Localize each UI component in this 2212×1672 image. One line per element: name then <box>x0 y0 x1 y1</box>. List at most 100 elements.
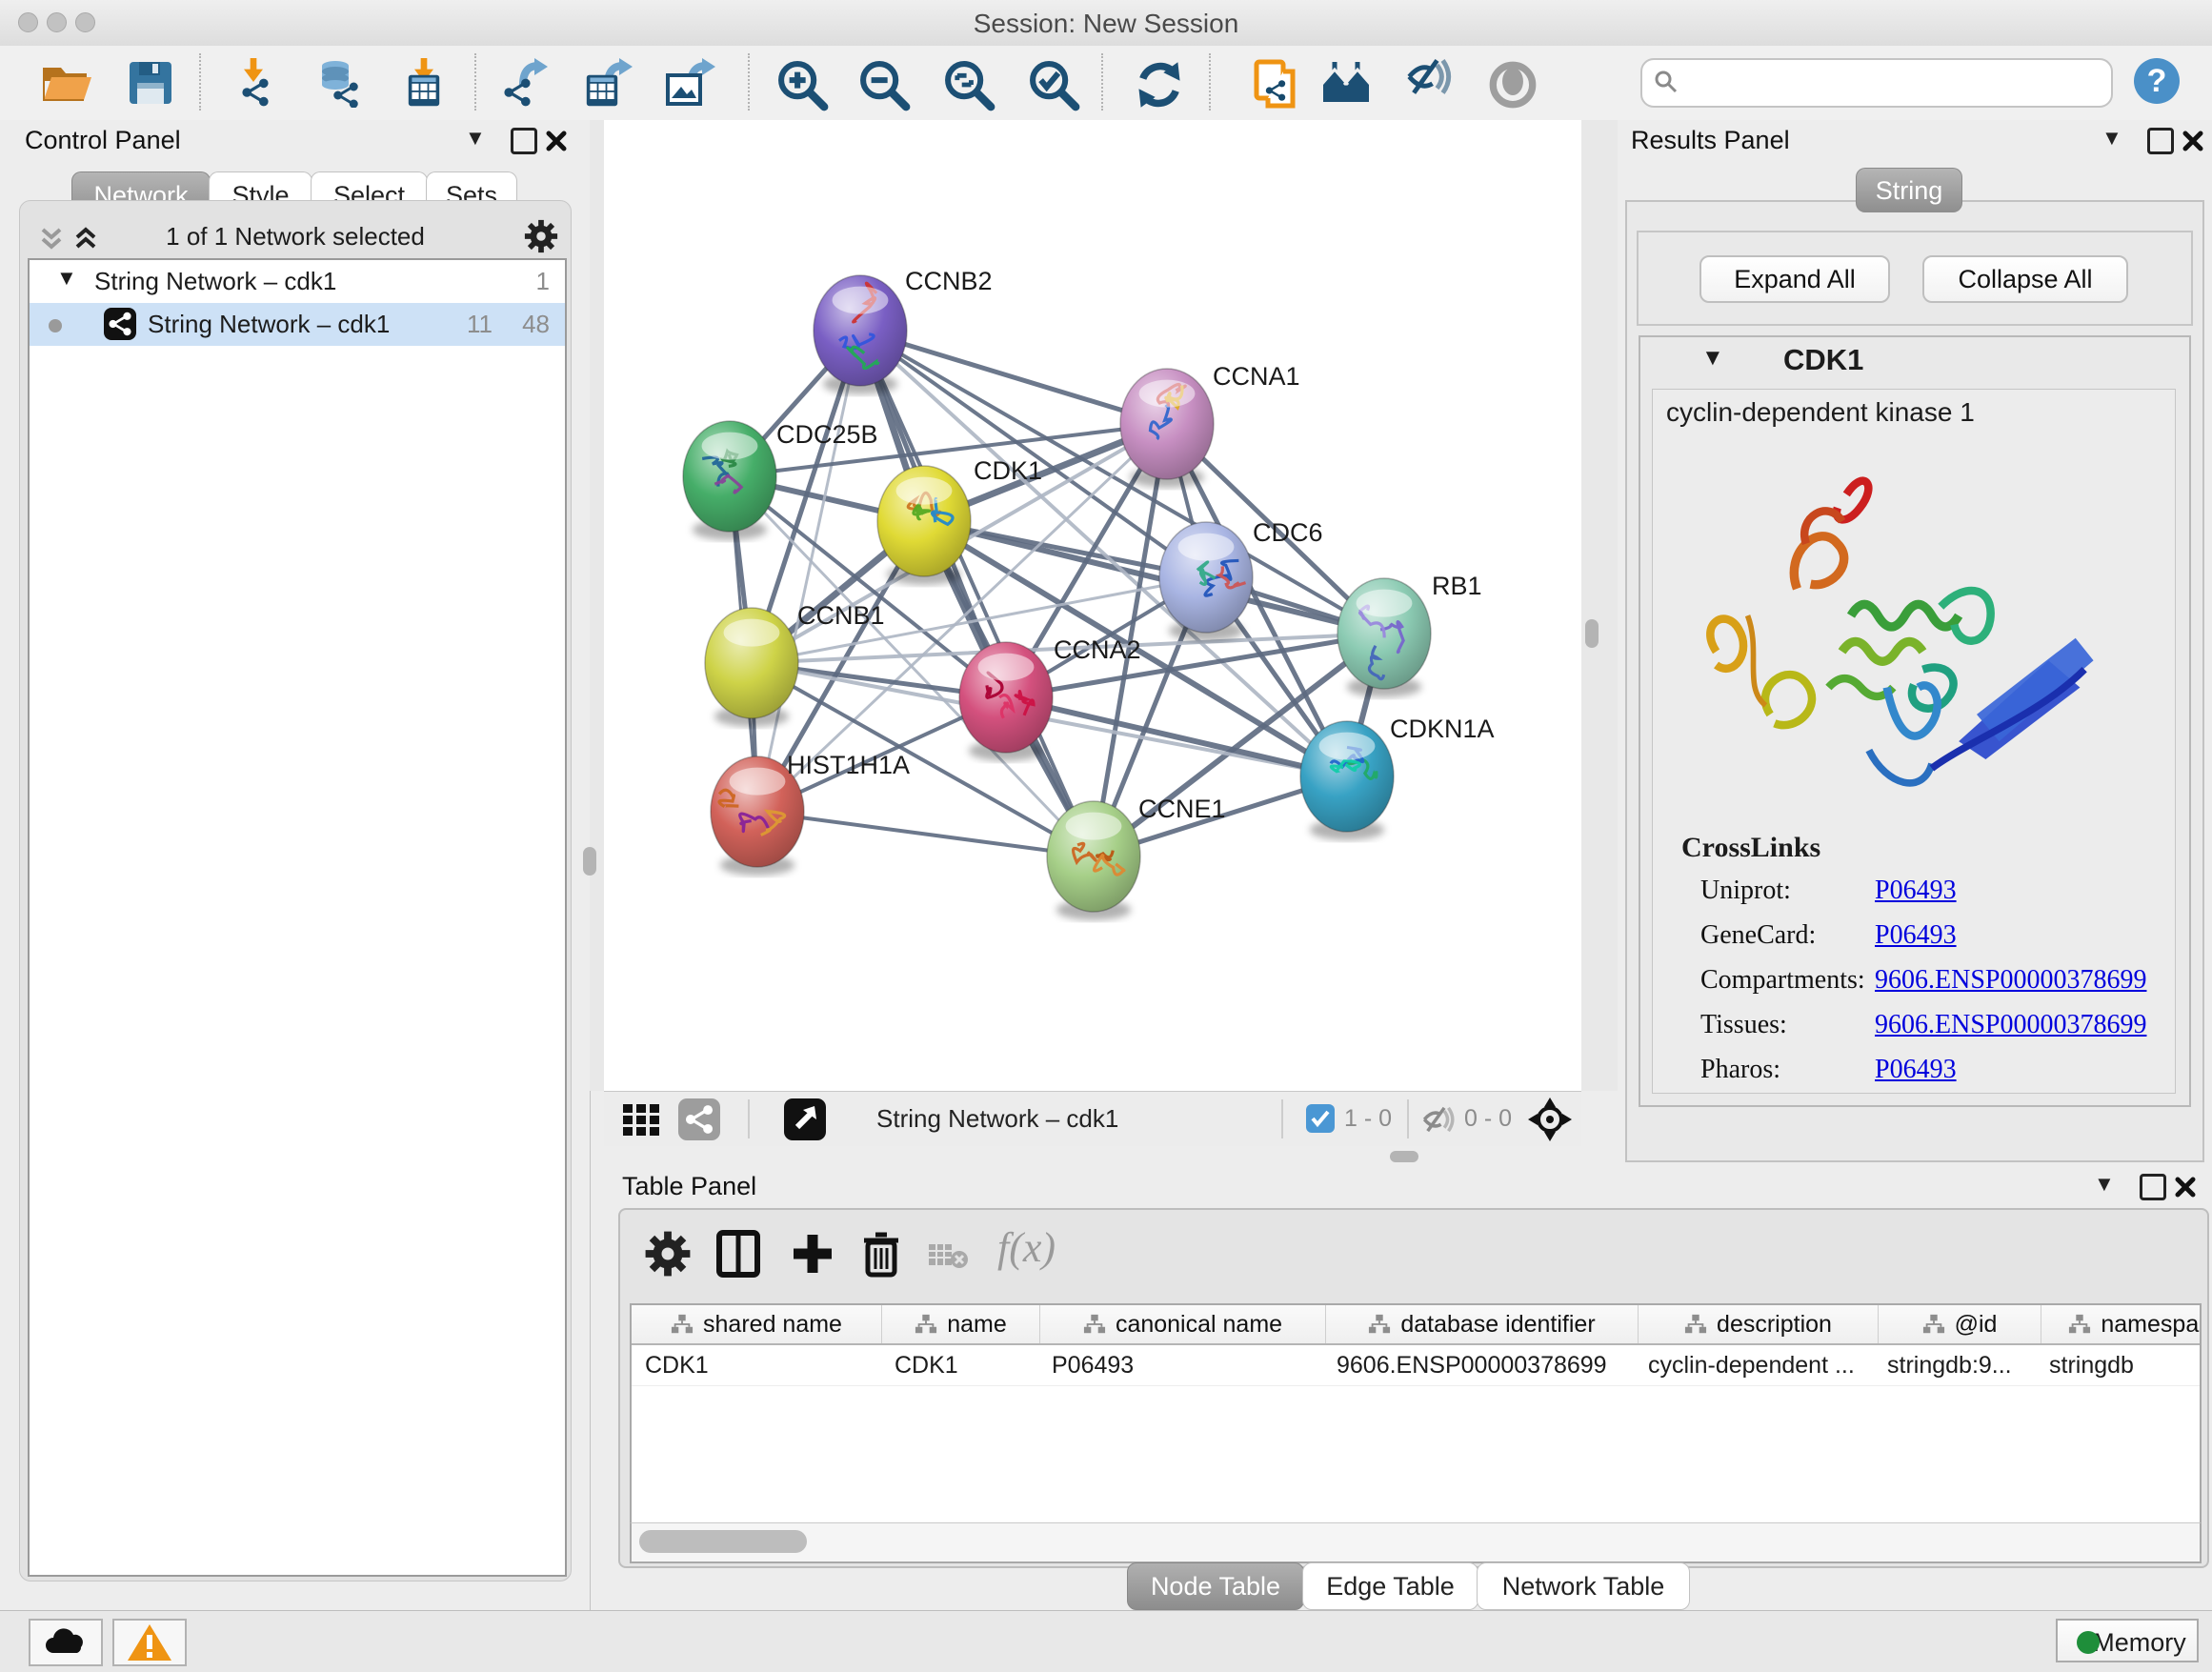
network-collection-row[interactable]: ▼ String Network – cdk1 1 <box>30 260 565 303</box>
column-flow-icon <box>1922 1313 1945 1336</box>
show-all-button[interactable] <box>1486 58 1539 108</box>
crosslink-link[interactable]: 9606.ENSP00000378699 <box>1875 1010 2146 1040</box>
column-header-description[interactable]: description <box>1639 1305 1879 1343</box>
column-header-canonical-name[interactable]: canonical name <box>1040 1305 1326 1343</box>
help-button[interactable]: ? <box>2132 56 2182 106</box>
cloud-status-button[interactable] <box>29 1619 103 1666</box>
crosslink-link[interactable]: P06493 <box>1875 876 1957 906</box>
table-options-gear-icon[interactable] <box>643 1229 693 1279</box>
fit-selected-crosshair-icon[interactable] <box>1528 1098 1572 1141</box>
node-table: shared namenamecanonical namedatabase id… <box>630 1303 2202 1524</box>
network-options-gear-icon[interactable] <box>523 218 559 254</box>
export-network-button[interactable] <box>498 58 552 108</box>
table-scrollbar-thumb[interactable] <box>639 1530 807 1553</box>
network-node-CCNB1[interactable]: CCNB1 <box>705 601 885 727</box>
open-session-button[interactable] <box>40 58 93 108</box>
node-label-CCNA1: CCNA1 <box>1213 362 1300 391</box>
column-header-namespace[interactable]: namespace <box>2041 1305 2202 1343</box>
table-panel-menu-icon[interactable]: ▼ <box>2094 1172 2115 1197</box>
gene-symbol: CDK1 <box>1783 343 1863 377</box>
network-node-CCNE1[interactable]: CCNE1 <box>1047 795 1226 920</box>
table-panel-float-icon[interactable] <box>2140 1174 2166 1200</box>
node-label-CCNB1: CCNB1 <box>797 601 885 630</box>
network-node-CDKN1A[interactable]: CDKN1A <box>1300 715 1495 840</box>
gene-section: ▼ CDK1 cyclin-dependent kinase 1 <box>1639 335 2191 1107</box>
zoom-fit-button[interactable] <box>942 58 995 108</box>
network-node-RB1[interactable]: RB1 <box>1337 572 1482 697</box>
gene-collapse-icon[interactable]: ▼ <box>1701 345 1724 372</box>
column-header-name[interactable]: name <box>882 1305 1040 1343</box>
table-cell[interactable]: stringdb <box>2036 1345 2202 1385</box>
table-cell[interactable]: 9606.ENSP00000378699 <box>1323 1345 1635 1385</box>
crosslink-link[interactable]: P06493 <box>1875 920 1957 951</box>
refresh-button[interactable] <box>1133 58 1186 108</box>
node-label-RB1: RB1 <box>1432 572 1482 600</box>
table-cell[interactable]: P06493 <box>1038 1345 1323 1385</box>
expand-all-button[interactable]: Expand All <box>1699 255 1890 303</box>
delete-table-icon[interactable] <box>927 1240 969 1271</box>
control-panel-close-icon[interactable] <box>545 130 568 152</box>
network-edge-HIST1H1A-CCNE1[interactable] <box>757 812 1094 856</box>
column-header--id[interactable]: @id <box>1879 1305 2041 1343</box>
warnings-button[interactable] <box>112 1619 187 1666</box>
tab-node-table[interactable]: Node Table <box>1127 1562 1304 1610</box>
tab-string[interactable]: String <box>1856 168 1962 212</box>
bottom-splitter-handle[interactable] <box>1390 1151 1418 1162</box>
network-node-HIST1H1A[interactable]: HIST1H1A <box>711 751 910 876</box>
table-panel-close-icon[interactable] <box>2174 1176 2197 1199</box>
table-cell[interactable]: cyclin-dependent ... <box>1635 1345 1874 1385</box>
network-view[interactable]: CCNB2CCNA1CDC25BCDK1CDC6RB1CCNB1CCNA2CDK… <box>604 120 1581 1091</box>
network-node-CCNB2[interactable]: CCNB2 <box>814 267 993 394</box>
zoom-selected-button[interactable] <box>1027 58 1080 108</box>
export-table-button[interactable] <box>581 58 634 108</box>
crosslink-link[interactable]: 9606.ENSP00000378699 <box>1875 965 2146 996</box>
column-header-shared-name[interactable]: shared name <box>632 1305 882 1343</box>
import-network-button[interactable] <box>232 58 286 108</box>
show-columns-icon[interactable] <box>714 1229 763 1279</box>
table-row[interactable]: CDK1CDK1P064939606.ENSP00000378699cyclin… <box>632 1345 2200 1386</box>
function-builder-icon[interactable]: f(x) <box>997 1223 1056 1272</box>
right-splitter-handle[interactable] <box>1585 619 1599 648</box>
export-image-button[interactable] <box>664 58 717 108</box>
selected-checkbox-icon[interactable] <box>1306 1104 1335 1133</box>
results-panel-menu-icon[interactable]: ▼ <box>2101 126 2122 151</box>
collapse-all-button[interactable]: Collapse All <box>1922 255 2128 303</box>
memory-button[interactable]: Memory <box>2056 1619 2199 1662</box>
results-panel-float-icon[interactable] <box>2147 128 2174 154</box>
network-row[interactable]: String Network – cdk1 11 48 <box>30 303 565 346</box>
first-neighbors-button[interactable] <box>1319 58 1373 108</box>
hide-selected-button[interactable] <box>1402 58 1456 108</box>
tab-network-table[interactable]: Network Table <box>1477 1562 1690 1610</box>
left-splitter-handle[interactable] <box>583 847 596 876</box>
open-in-string-icon[interactable] <box>784 1098 826 1140</box>
control-panel-menu-icon[interactable]: ▼ <box>465 126 486 151</box>
crosslink-link[interactable]: P06493 <box>1875 1055 1957 1085</box>
network-node-CCNA1[interactable]: CCNA1 <box>1120 362 1300 488</box>
column-flow-icon <box>671 1313 694 1336</box>
create-column-plus-icon[interactable] <box>788 1229 837 1279</box>
column-header-database-identifier[interactable]: database identifier <box>1326 1305 1639 1343</box>
table-panel: Table Panel ▼ f(x) shared namenamecanoni… <box>590 1166 2212 1610</box>
network-edge-CCNB2-CCNA1[interactable] <box>860 331 1167 424</box>
table-cell[interactable]: stringdb:9... <box>1874 1345 2036 1385</box>
zoom-in-button[interactable] <box>775 58 829 108</box>
zoom-out-button[interactable] <box>857 58 911 108</box>
table-cell[interactable]: CDK1 <box>881 1345 1038 1385</box>
birds-eye-view-icon[interactable] <box>621 1102 665 1137</box>
search-input[interactable] <box>1688 64 2101 100</box>
results-panel-close-icon[interactable] <box>2182 130 2204 152</box>
collection-expand-icon[interactable]: ▼ <box>56 258 77 299</box>
clone-network-button[interactable] <box>1251 58 1304 108</box>
network-edge-CCNA2-CDKN1A[interactable] <box>1006 697 1347 776</box>
crosslink-row: Uniprot:P06493 <box>1653 876 2175 920</box>
network-edge-CCNB2-HIST1H1A[interactable] <box>757 331 860 812</box>
delete-column-trash-icon[interactable] <box>856 1229 906 1279</box>
save-session-button[interactable] <box>124 58 177 108</box>
table-cell[interactable]: CDK1 <box>632 1345 881 1385</box>
import-table-button[interactable] <box>399 58 452 108</box>
string-view-badge-icon[interactable] <box>678 1098 720 1140</box>
import-database-button[interactable] <box>311 58 364 108</box>
tab-edge-table[interactable]: Edge Table <box>1302 1562 1478 1610</box>
control-panel-float-icon[interactable] <box>511 128 537 154</box>
network-node-CDC25B[interactable]: CDC25B <box>683 420 878 540</box>
